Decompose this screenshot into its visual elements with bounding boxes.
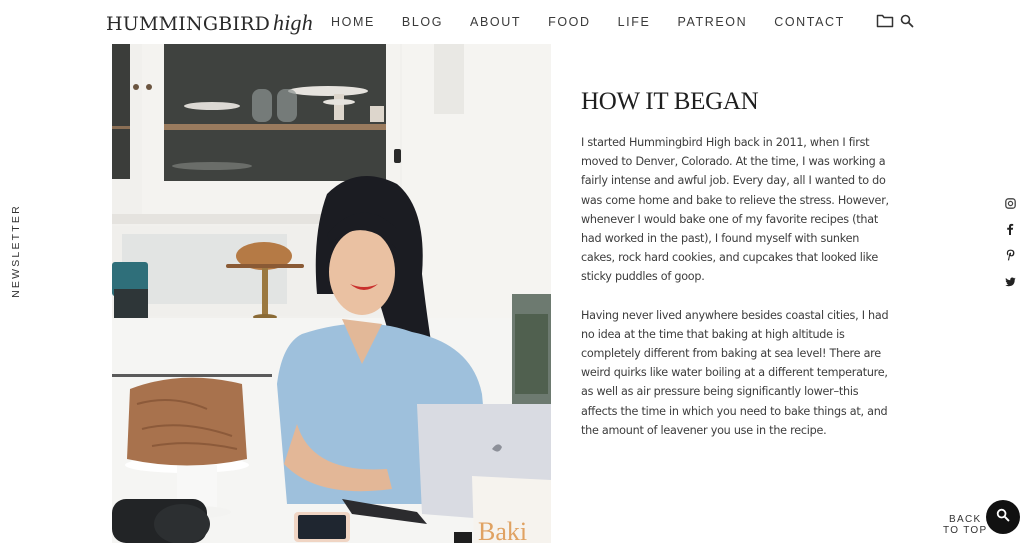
- back-to-top-line2: TO TOP: [943, 525, 988, 536]
- pinterest-icon[interactable]: [1000, 248, 1020, 274]
- search-icon: [996, 508, 1010, 527]
- site-logo[interactable]: HUMMINGBIRD high: [106, 10, 313, 36]
- newsletter-tab[interactable]: NEWSLETTER: [10, 196, 22, 306]
- hero-photo: Baki: [112, 44, 551, 543]
- nav-item-patreon[interactable]: PATREON: [677, 15, 747, 29]
- nav-item-blog[interactable]: BLOG: [402, 15, 443, 29]
- nav-item-about[interactable]: ABOUT: [470, 15, 521, 29]
- article-title: HOW IT BEGAN: [581, 88, 759, 115]
- article-paragraph: I started Hummingbird High back in 2011,…: [581, 136, 889, 284]
- site-header: HUMMINGBIRD high HOME BLOG ABOUT FOOD LIF…: [0, 0, 1024, 44]
- nav-item-contact[interactable]: CONTACT: [774, 15, 845, 29]
- instagram-icon[interactable]: [1000, 196, 1020, 222]
- back-to-top-line1: BACK: [949, 514, 982, 525]
- about-article: HOW IT BEGAN I started Hummingbird High …: [581, 88, 891, 440]
- nav-item-life[interactable]: LIFE: [618, 15, 651, 29]
- floating-search-button[interactable]: [986, 500, 1020, 534]
- folder-icon[interactable]: [876, 13, 894, 33]
- photo-illustration: Baki: [112, 44, 551, 543]
- social-links: [1000, 196, 1020, 300]
- main-nav: HOME BLOG ABOUT FOOD LIFE PATREON CONTAC…: [331, 15, 845, 29]
- twitter-icon[interactable]: [1000, 274, 1020, 300]
- back-to-top-link[interactable]: BACK TO TOP: [943, 514, 987, 536]
- header-actions: [876, 13, 914, 33]
- logo-italic-text: high: [273, 10, 313, 35]
- nav-item-home[interactable]: HOME: [331, 15, 375, 29]
- search-icon[interactable]: [900, 14, 914, 33]
- nav-item-food[interactable]: FOOD: [548, 15, 591, 29]
- article-paragraph: Having never lived anywhere besides coas…: [581, 308, 889, 437]
- facebook-icon[interactable]: [1000, 222, 1020, 248]
- book-title-text: Baki: [478, 517, 527, 543]
- logo-text: HUMMINGBIRD: [106, 13, 271, 35]
